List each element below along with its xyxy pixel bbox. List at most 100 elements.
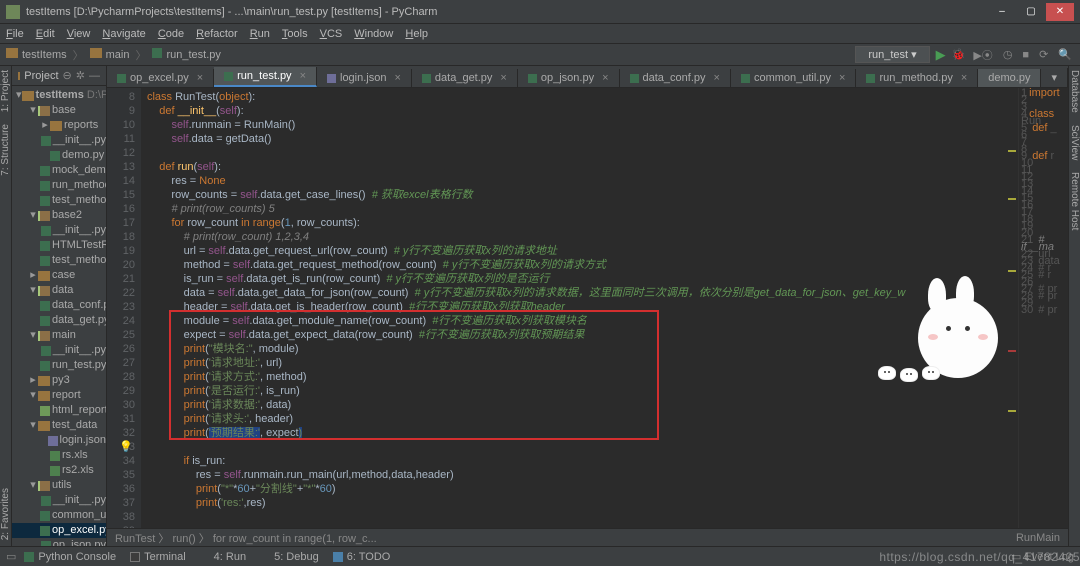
tree-item[interactable]: ▾data bbox=[12, 283, 106, 298]
editor-tab[interactable]: login.json× bbox=[317, 69, 412, 87]
close-tab-icon[interactable]: × bbox=[394, 72, 400, 84]
tree-item[interactable]: __init__.py bbox=[12, 343, 106, 358]
tree-item[interactable]: __init__.py bbox=[12, 493, 106, 508]
tree-item[interactable]: rs.xls bbox=[12, 448, 106, 463]
tool-icon bbox=[24, 552, 34, 562]
secondary-editor[interactable]: 1import234class Run5 def _6789 def r1011… bbox=[1018, 88, 1068, 528]
tree-item[interactable]: ▾main bbox=[12, 328, 106, 343]
tree-item[interactable]: __init__.py bbox=[12, 133, 106, 148]
crumb-right[interactable]: RunMain bbox=[1016, 532, 1060, 544]
tree-item[interactable]: rs2.xls bbox=[12, 463, 106, 478]
tree-item[interactable]: run_method.py bbox=[12, 178, 106, 193]
tree-item[interactable]: ▾utils bbox=[12, 478, 106, 493]
menu-navigate[interactable]: Navigate bbox=[102, 28, 145, 40]
close-tab-icon[interactable]: × bbox=[961, 72, 967, 84]
code-area[interactable]: 8910111213141516171819202122232425262728… bbox=[107, 88, 1068, 528]
close-tab-icon[interactable]: × bbox=[197, 72, 203, 84]
toolwindow-tab[interactable]: 7: Structure bbox=[0, 124, 11, 176]
breadcrumb-item[interactable]: testItems bbox=[6, 48, 67, 61]
bottom-tool[interactable]: 6: TODO bbox=[333, 551, 391, 563]
bulb-icon[interactable]: 💡 bbox=[119, 440, 133, 454]
tree-root[interactable]: ▾testItems D:\PycharmProjects\t bbox=[12, 88, 106, 103]
crumb[interactable]: run() bbox=[172, 533, 195, 545]
tree-item[interactable]: demo.py bbox=[12, 148, 106, 163]
tree-item[interactable]: test_method.py bbox=[12, 193, 106, 208]
crumb[interactable]: for row_count in range(1, row_c... bbox=[213, 533, 377, 545]
editor-tabs: op_excel.py×run_test.py×login.json×data_… bbox=[107, 66, 1068, 88]
menu-help[interactable]: Help bbox=[405, 28, 428, 40]
run-config-dropdown[interactable]: run_test ▾ bbox=[855, 46, 929, 63]
breadcrumb-item[interactable]: run_test.py bbox=[152, 48, 220, 61]
coverage-icon[interactable]: ▶⦿ bbox=[971, 47, 994, 63]
tree-item[interactable]: ▾test_data bbox=[12, 418, 106, 433]
profile-icon[interactable]: ◷ bbox=[1001, 48, 1015, 61]
editor-tab[interactable]: demo.py bbox=[978, 69, 1041, 87]
hide-icon[interactable]: — bbox=[89, 70, 100, 82]
menu-edit[interactable]: Edit bbox=[36, 28, 55, 40]
toolwindow-tab[interactable]: Database bbox=[1069, 70, 1080, 113]
collapse-icon[interactable]: ⊖ bbox=[63, 69, 72, 82]
tree-item[interactable]: ▸reports bbox=[12, 118, 106, 133]
tree-item[interactable]: test_method2.py bbox=[12, 253, 106, 268]
tree-item[interactable]: __init__.py bbox=[12, 223, 106, 238]
toolwindow-tab[interactable]: 2: Favorites bbox=[0, 488, 11, 540]
bottom-tool[interactable]: Terminal bbox=[130, 551, 186, 563]
toolwindow-tab[interactable]: SciView bbox=[1069, 125, 1080, 160]
menu-view[interactable]: View bbox=[67, 28, 91, 40]
close-tab-icon[interactable]: × bbox=[714, 72, 720, 84]
editor-tab[interactable]: data_conf.py× bbox=[620, 69, 731, 87]
search-icon[interactable]: 🔍 bbox=[1056, 48, 1074, 61]
update-icon[interactable]: ⟳ bbox=[1037, 48, 1050, 61]
tree-item[interactable]: ▾base bbox=[12, 103, 106, 118]
close-tab-icon[interactable]: × bbox=[500, 72, 506, 84]
run-button[interactable]: ▶ bbox=[936, 47, 946, 63]
menu-vcs[interactable]: VCS bbox=[320, 28, 343, 40]
tree-item[interactable]: ▸py3 bbox=[12, 373, 106, 388]
editor-tab[interactable]: run_test.py× bbox=[214, 67, 317, 87]
debug-button[interactable]: 🐞 bbox=[952, 48, 966, 61]
bottom-tool[interactable]: 4: Run bbox=[200, 551, 246, 563]
menu-tools[interactable]: Tools bbox=[282, 28, 308, 40]
editor-tab[interactable]: run_method.py× bbox=[856, 69, 978, 87]
tree-item[interactable]: ▾report bbox=[12, 388, 106, 403]
editor-tab[interactable]: common_util.py× bbox=[731, 69, 856, 87]
tree-item[interactable]: common_util.py bbox=[12, 508, 106, 523]
tree-item[interactable]: login.json bbox=[12, 433, 106, 448]
tree-item[interactable]: mock_demo.py bbox=[12, 163, 106, 178]
maximize-button[interactable]: ▢ bbox=[1017, 3, 1045, 21]
tree-item[interactable]: op_json.py bbox=[12, 538, 106, 546]
tree-item[interactable]: html_report.html bbox=[12, 403, 106, 418]
tree-item[interactable]: run_test.py bbox=[12, 358, 106, 373]
tree-item[interactable]: data_conf.py bbox=[12, 298, 106, 313]
close-button[interactable]: ✕ bbox=[1046, 3, 1074, 21]
editor-tab[interactable]: data_get.py× bbox=[412, 69, 518, 87]
editor-tab[interactable]: op_excel.py× bbox=[107, 69, 214, 87]
tree-item[interactable]: HTMLTestRunner.py bbox=[12, 238, 106, 253]
code-content[interactable]: class RunTest(object): def __init__(self… bbox=[141, 88, 1018, 528]
menu-code[interactable]: Code bbox=[158, 28, 184, 40]
menu-file[interactable]: File bbox=[6, 28, 24, 40]
toolwindow-tab[interactable]: Remote Host bbox=[1069, 172, 1080, 230]
minimize-button[interactable]: – bbox=[988, 3, 1016, 21]
menu-refactor[interactable]: Refactor bbox=[196, 28, 238, 40]
bottom-tool[interactable]: Python Console bbox=[24, 551, 116, 563]
stop-icon[interactable]: ■ bbox=[1020, 49, 1031, 61]
close-tab-icon[interactable]: × bbox=[839, 72, 845, 84]
tree-item[interactable]: data_get.py bbox=[12, 313, 106, 328]
tab-list-icon[interactable]: ▾ bbox=[1041, 68, 1068, 87]
tree-item[interactable]: ▾base2 bbox=[12, 208, 106, 223]
menu-run[interactable]: Run bbox=[250, 28, 270, 40]
toolwindow-toggle-icon[interactable]: ▭ bbox=[6, 550, 16, 563]
bottom-tool[interactable]: 5: Debug bbox=[260, 551, 319, 563]
menu-window[interactable]: Window bbox=[354, 28, 393, 40]
breadcrumb-item[interactable]: main bbox=[90, 48, 130, 61]
toolwindow-tab[interactable]: 1: Project bbox=[0, 70, 11, 112]
editor-tab[interactable]: op_json.py× bbox=[518, 69, 620, 87]
gear-icon[interactable]: ✲ bbox=[76, 69, 85, 82]
tree-item[interactable]: ▸case bbox=[12, 268, 106, 283]
tree-item[interactable]: op_excel.py bbox=[12, 523, 106, 538]
code-breadcrumb: RunTest 〉 run() 〉 for row_count in range… bbox=[107, 528, 1068, 546]
close-tab-icon[interactable]: × bbox=[602, 72, 608, 84]
crumb[interactable]: RunTest bbox=[115, 533, 155, 545]
close-tab-icon[interactable]: × bbox=[300, 70, 306, 82]
